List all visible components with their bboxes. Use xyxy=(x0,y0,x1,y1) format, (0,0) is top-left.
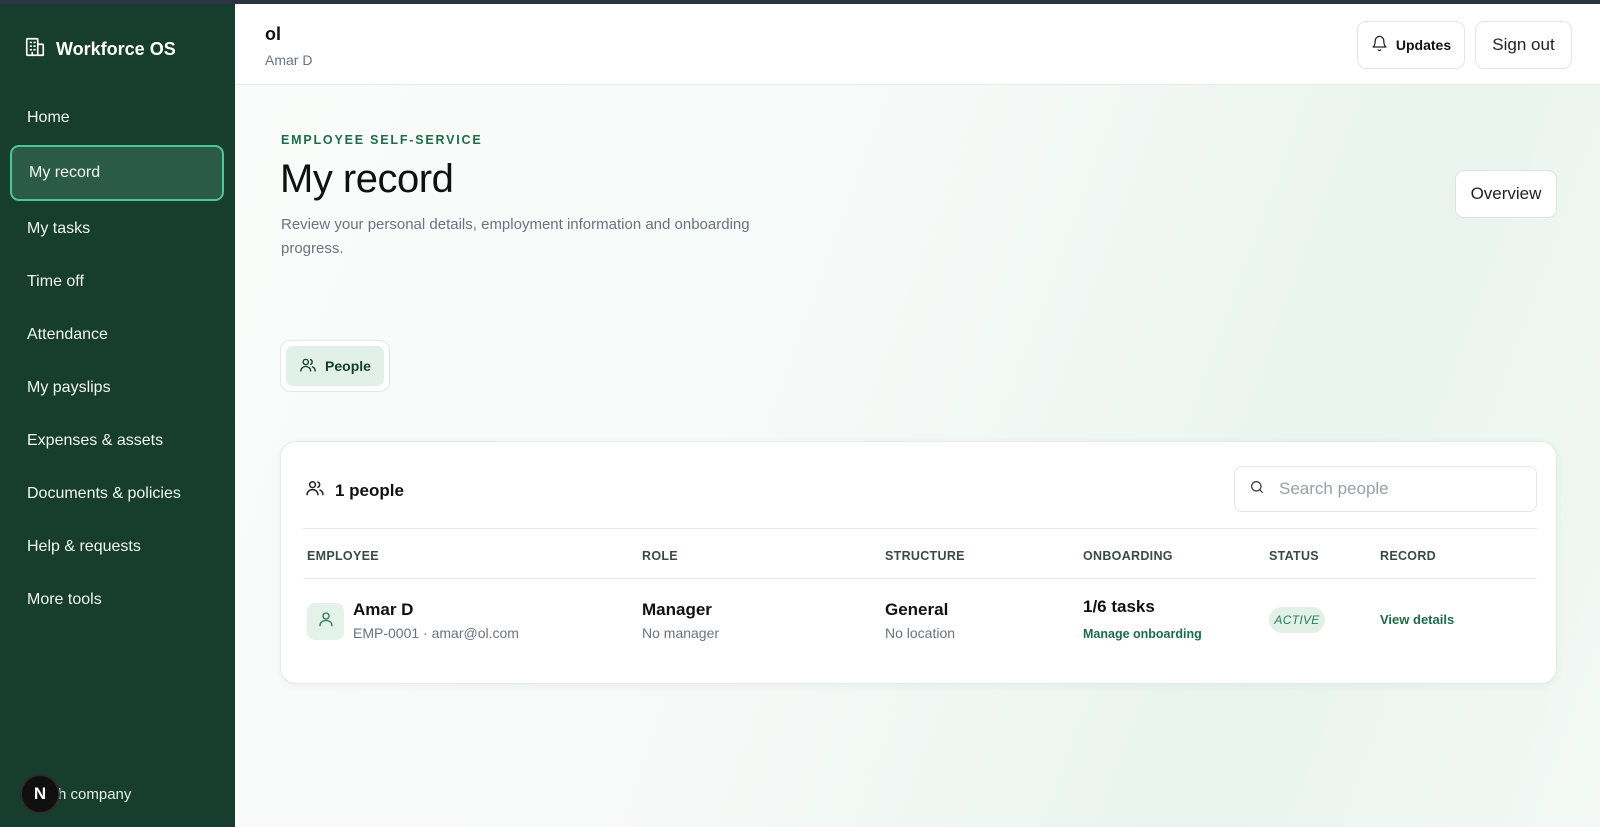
employee-manager: No manager xyxy=(642,625,720,641)
column-header-record: RECORD xyxy=(1380,549,1436,563)
updates-button[interactable]: Updates xyxy=(1357,21,1465,69)
users-icon xyxy=(305,478,325,503)
search-icon xyxy=(1249,479,1265,500)
building-icon xyxy=(24,36,46,63)
onboarding-progress: 1/6 tasks xyxy=(1083,597,1155,616)
page-description: Review your personal details, employment… xyxy=(281,216,750,257)
company-switcher[interactable]: N h company xyxy=(20,774,131,814)
sidebar-item-label: My record xyxy=(29,164,101,181)
sidebar-item-label: More tools xyxy=(27,590,102,608)
sidebar-item-time-off[interactable]: Time off xyxy=(10,255,224,308)
sidebar-item-more-tools[interactable]: More tools xyxy=(10,573,224,626)
company-label: h company xyxy=(58,785,132,803)
sidebar-item-documents-policies[interactable]: Documents & policies xyxy=(10,467,224,520)
user-icon xyxy=(317,610,335,633)
bell-icon xyxy=(1371,35,1388,55)
people-count: 1 people xyxy=(305,478,404,503)
updates-label: Updates xyxy=(1395,37,1452,53)
sidebar-item-label: Home xyxy=(27,108,70,126)
users-icon xyxy=(299,356,317,377)
column-header-onboarding: ONBOARDING xyxy=(1083,549,1173,563)
avatar[interactable]: N xyxy=(20,774,60,814)
sidebar-item-label: Expenses & assets xyxy=(27,431,164,449)
status-badge: ACTIVE xyxy=(1269,607,1325,633)
sidebar-item-label: Help & requests xyxy=(27,537,141,555)
sidebar-item-attendance[interactable]: Attendance xyxy=(10,308,224,361)
table-divider xyxy=(303,528,1537,529)
window-top-bar xyxy=(0,0,1600,4)
brand-name: Workforce OS xyxy=(56,39,176,59)
brand[interactable]: Workforce OS xyxy=(24,36,176,63)
sidebar-item-my-tasks[interactable]: My tasks xyxy=(10,202,224,255)
column-header-role: ROLE xyxy=(642,549,678,563)
sign-out-button[interactable]: Sign out xyxy=(1475,21,1572,69)
sidebar-item-expenses-assets[interactable]: Expenses & assets xyxy=(10,414,224,467)
employee-name: Amar D xyxy=(353,600,414,619)
people-count-label: 1 people xyxy=(335,480,404,500)
tab-people[interactable]: People xyxy=(286,346,384,386)
employee-role: Manager xyxy=(642,600,712,619)
view-details-link[interactable]: View details xyxy=(1380,612,1454,627)
sidebar-item-label: My tasks xyxy=(27,219,91,237)
main-content: EMPLOYEE SELF-SERVICE My record Review y… xyxy=(235,85,1600,827)
search-input[interactable] xyxy=(1279,479,1509,499)
people-card: 1 people EMPLOYEE ROLE STRUCTURE ONBOARD… xyxy=(280,441,1557,684)
column-header-structure: STRUCTURE xyxy=(885,549,965,563)
page-eyebrow: EMPLOYEE SELF-SERVICE xyxy=(281,133,483,147)
org-name: ol xyxy=(265,24,281,44)
search-box[interactable] xyxy=(1234,466,1537,512)
sidebar-item-help-requests[interactable]: Help & requests xyxy=(10,520,224,573)
sidebar-item-my-record[interactable]: My record xyxy=(10,145,224,201)
manage-onboarding-link[interactable]: Manage onboarding xyxy=(1083,627,1202,641)
employee-location: No location xyxy=(885,625,956,641)
sidebar-item-label: Documents & policies xyxy=(27,484,181,502)
column-header-employee: EMPLOYEE xyxy=(307,549,379,563)
sidebar-item-label: Time off xyxy=(27,272,84,290)
overview-button[interactable]: Overview xyxy=(1455,170,1557,218)
column-header-status: STATUS xyxy=(1269,549,1319,563)
tab-people-label: People xyxy=(325,358,371,374)
sidebar-item-label: My payslips xyxy=(27,378,111,396)
table-divider xyxy=(303,578,1537,579)
view-tabs: People xyxy=(280,340,390,392)
sidebar-item-my-payslips[interactable]: My payslips xyxy=(10,361,224,414)
sidebar-nav: Home My record My tasks Time off Attenda… xyxy=(10,91,224,626)
user-name: Amar D xyxy=(265,52,313,68)
sidebar-item-label: Attendance xyxy=(27,325,108,343)
sidebar: Workforce OS Home My record My tasks Tim… xyxy=(0,4,235,827)
avatar xyxy=(307,603,344,640)
employee-meta: EMP-0001 · amar@ol.com xyxy=(353,625,519,641)
page-title: My record xyxy=(280,157,454,201)
sidebar-item-home[interactable]: Home xyxy=(10,91,224,144)
top-header: ol Amar D Updates Sign out xyxy=(235,4,1600,85)
employee-structure: General xyxy=(885,600,949,619)
